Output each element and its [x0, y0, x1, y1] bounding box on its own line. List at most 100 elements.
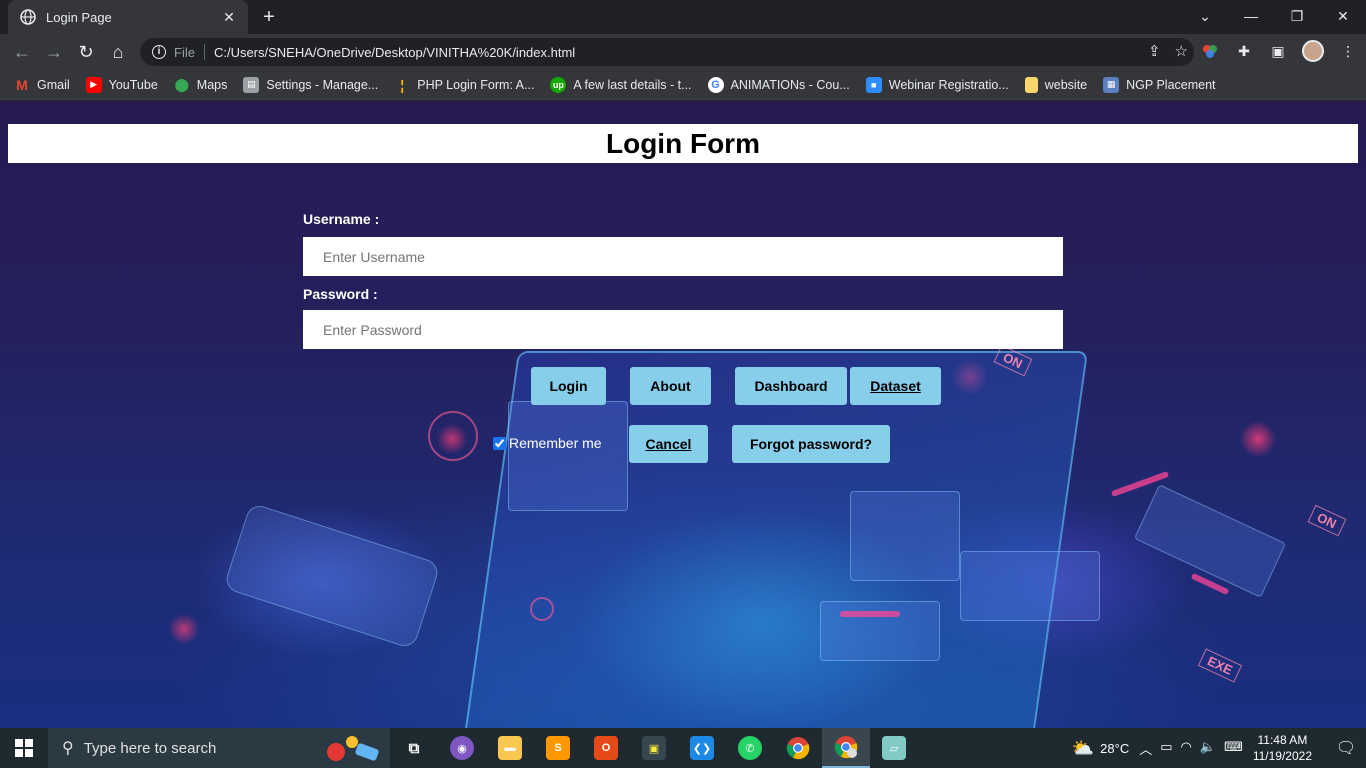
page-title: Login Form — [606, 127, 760, 159]
clock-time: 11:48 AM — [1257, 733, 1308, 747]
browser-toolbar: ← → ↻ ⌂ i File C:/Users/SNEHA/OneDrive/D… — [0, 34, 1366, 70]
tab-login-page[interactable]: Login Page ✕ — [8, 0, 248, 34]
scheme-label: File — [174, 44, 195, 60]
bookmark-youtube[interactable]: ▶ YouTube — [85, 76, 158, 93]
share-icon[interactable]: ⇪ — [1148, 42, 1161, 60]
taskbar-office[interactable]: O — [582, 728, 630, 768]
google-icon: G — [707, 76, 724, 93]
gmail-icon: M — [16, 76, 28, 93]
start-button[interactable] — [0, 728, 48, 768]
bookmark-maps[interactable]: ⬤ Maps — [174, 77, 228, 93]
taskbar-chrome[interactable] — [774, 728, 822, 768]
bookmark-settings[interactable]: ▤ Settings - Manage... — [243, 76, 378, 93]
about-button[interactable]: About — [630, 367, 711, 405]
home-icon[interactable]: ⌂ — [106, 40, 130, 64]
keyboard-icon[interactable]: ⌨ — [1224, 739, 1243, 758]
windows-logo-icon — [15, 739, 33, 757]
globe-icon — [20, 9, 36, 25]
weather-widget[interactable]: ⛅ 28°C — [1072, 738, 1129, 759]
search-highlight-art-icon — [327, 736, 379, 761]
chrome-profile-icon — [834, 736, 858, 759]
bookmark-php-login[interactable]: ¦ PHP Login Form: A... — [394, 77, 534, 93]
upwork-icon: up — [550, 76, 567, 93]
profile-avatar[interactable] — [1302, 40, 1324, 62]
bookmark-upwork[interactable]: up A few last details - t... — [550, 76, 692, 93]
tab-title: Login Page — [46, 9, 112, 25]
battery-icon[interactable]: ▭ — [1160, 739, 1172, 758]
wifi-icon[interactable]: ◠ — [1181, 739, 1192, 758]
ngp-icon: ▦ — [1103, 76, 1120, 93]
notepad-icon: ▱ — [882, 736, 906, 760]
whatsapp-icon: ✆ — [738, 736, 762, 760]
background-exe-tag: EXE — [1197, 648, 1243, 683]
dashboard-button[interactable]: Dashboard — [735, 367, 847, 405]
taskbar-vscode[interactable]: ❮❯ — [678, 728, 726, 768]
background-panel — [960, 551, 1100, 621]
remember-me-label: Remember me — [509, 435, 602, 451]
media-app-icon: ▣ — [642, 736, 666, 760]
office-icon: O — [594, 736, 618, 760]
background-panel — [820, 601, 940, 661]
clock[interactable]: 11:48 AM 11/19/2022 — [1253, 732, 1312, 764]
taskbar-search-placeholder: Type here to search — [83, 739, 217, 757]
forward-icon[interactable]: → — [42, 40, 66, 64]
bookmark-webinar[interactable]: ■ Webinar Registratio... — [865, 76, 1009, 93]
taskbar-search[interactable]: ⚲ Type here to search — [48, 728, 390, 768]
windows-taskbar: ⚲ Type here to search ⧉ ◉ ▬ S O ▣ ❮❯ ✆ ▱… — [0, 728, 1366, 768]
notification-icon[interactable]: 🗨 — [1326, 738, 1366, 758]
cancel-button[interactable]: Cancel — [629, 425, 708, 463]
extensions-puzzle-icon[interactable]: ✚ — [1234, 41, 1254, 61]
color-extension-icon[interactable] — [1200, 41, 1220, 61]
volume-icon[interactable]: 🔈 — [1200, 739, 1216, 758]
reload-icon[interactable]: ↻ — [74, 40, 98, 64]
taskbar-media-app[interactable]: ▣ — [630, 728, 678, 768]
weather-cloud-icon: ⛅ — [1071, 737, 1095, 758]
restore-icon[interactable]: ❐ — [1274, 0, 1320, 32]
close-tab-icon[interactable]: ✕ — [220, 9, 238, 26]
maps-icon: ⬤ — [174, 76, 190, 92]
close-window-icon[interactable]: ✕ — [1320, 0, 1366, 32]
tray-overflow-icon[interactable]: ︿ — [1139, 739, 1152, 758]
new-tab-button[interactable]: + — [258, 6, 280, 28]
bookmark-gmail[interactable]: M Gmail — [14, 77, 70, 93]
taskbar-sublime[interactable]: S — [534, 728, 582, 768]
menu-kebab-icon[interactable]: ⋮ — [1338, 41, 1358, 61]
remember-me[interactable]: Remember me — [493, 435, 602, 451]
username-label: Username : — [303, 211, 380, 227]
login-button[interactable]: Login — [531, 367, 606, 405]
clock-date: 11/19/2022 — [1252, 749, 1312, 763]
taskbar-messenger[interactable]: ◉ — [438, 728, 486, 768]
settings-page-icon: ▤ — [243, 76, 260, 93]
vscode-icon: ❮❯ — [690, 736, 714, 760]
bookmark-website[interactable]: website — [1024, 76, 1087, 93]
taskbar-notepad[interactable]: ▱ — [870, 728, 918, 768]
background-phone-art — [222, 502, 442, 650]
remember-me-checkbox[interactable] — [493, 436, 506, 450]
url-text[interactable]: C:/Users/SNEHA/OneDrive/Desktop/VINITHA%… — [214, 45, 575, 60]
username-input[interactable] — [303, 237, 1063, 276]
forgot-password-button[interactable]: Forgot password? — [732, 425, 890, 463]
php-icon: ¦ — [400, 76, 405, 93]
background-ring — [530, 597, 554, 621]
zoom-icon: ■ — [865, 76, 882, 93]
password-input[interactable] — [303, 310, 1063, 349]
bookmark-ngp-placement[interactable]: ▦ NGP Placement — [1103, 76, 1216, 93]
minimize-icon[interactable]: — — [1228, 0, 1274, 32]
address-bar[interactable]: i File C:/Users/SNEHA/OneDrive/Desktop/V… — [140, 38, 1194, 66]
bookmark-animations[interactable]: G ANIMATIONs - Cou... — [707, 76, 850, 93]
tab-search-icon[interactable]: ⌄ — [1182, 0, 1228, 32]
side-panel-icon[interactable]: ▣ — [1268, 41, 1288, 61]
bookmark-star-icon[interactable]: ☆ — [1175, 42, 1188, 60]
password-label: Password : — [303, 286, 378, 302]
chrome-icon — [786, 737, 810, 760]
weather-temp: 28°C — [1100, 740, 1130, 756]
site-info-icon[interactable]: i — [152, 45, 166, 59]
back-icon[interactable]: ← — [10, 40, 34, 64]
bookmarks-bar: M Gmail ▶ YouTube ⬤ Maps ▤ Settings - Manage… — [0, 70, 1366, 100]
dataset-link-button[interactable]: Dataset — [850, 367, 941, 405]
taskbar-file-explorer[interactable]: ▬ — [486, 728, 534, 768]
taskbar-whatsapp[interactable]: ✆ — [726, 728, 774, 768]
task-view-button[interactable]: ⧉ — [390, 728, 438, 768]
taskbar-chrome-profile-active[interactable] — [822, 728, 870, 768]
sublime-text-icon: S — [546, 736, 570, 760]
